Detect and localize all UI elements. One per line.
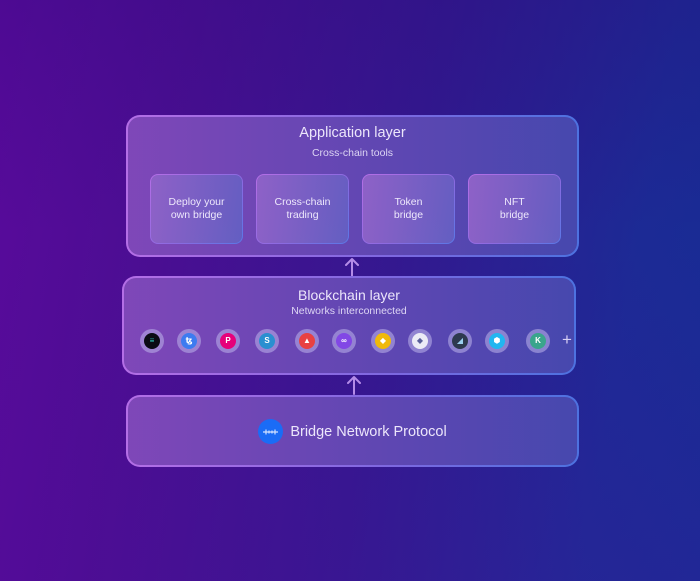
kucoin-glyph: K [530, 333, 546, 349]
solana-icon: ≡ [140, 329, 164, 353]
polygon-icon: ∞ [332, 329, 356, 353]
cross-chain-tools: Deploy your own bridge Cross-chain tradi… [150, 174, 561, 244]
bnb-chain-glyph: ◆ [375, 333, 391, 349]
avalanche-glyph: ▲ [299, 333, 315, 349]
tezos-glyph: ꜩ [181, 333, 197, 349]
protocol-name: Bridge Network Protocol [290, 423, 447, 440]
tool-token-bridge[interactable]: Token bridge [362, 174, 455, 244]
network-icons: ≡ ꜩ P S ▲ ∞ ◆ ◆ ◢ ⬢ K + [137, 329, 572, 355]
kucoin-icon: K [526, 329, 550, 353]
application-layer-subtitle: Cross-chain tools [311, 147, 394, 159]
solana-glyph: ≡ [144, 333, 160, 349]
blockchain-layer-title: Blockchain layer [298, 287, 400, 303]
harmony-icon: ⬢ [485, 329, 509, 353]
application-layer-title: Application layer [299, 125, 406, 141]
polkadot-icon: P [216, 329, 240, 353]
more-networks-icon: + [562, 330, 572, 349]
tool-deploy-bridge[interactable]: Deploy your own bridge [150, 174, 243, 244]
tool-cross-chain-trading[interactable]: Cross-chain trading [256, 174, 349, 244]
ethereum-glyph: ◆ [412, 333, 428, 349]
protocol-branding: Bridge Network Protocol [128, 419, 577, 444]
harmony-glyph: ⬢ [489, 333, 505, 349]
arrow-up-icon [347, 375, 361, 395]
stellar-icon: S [255, 329, 279, 353]
polkadot-glyph: P [220, 333, 236, 349]
application-layer: Application layer Cross-chain tools Depl… [126, 115, 579, 257]
avalanche-icon: ▲ [295, 329, 319, 353]
arrow-up-icon [345, 257, 359, 277]
tezos-icon: ꜩ [177, 329, 201, 353]
bridge-network-logo-icon [258, 419, 284, 444]
polygon-glyph: ∞ [336, 333, 352, 349]
stellar-glyph: S [259, 333, 275, 349]
tool-nft-bridge[interactable]: NFT bridge [468, 174, 561, 244]
protocol-layer: Bridge Network Protocol [126, 395, 579, 467]
bnb-chain-icon: ◆ [371, 329, 395, 353]
blockchain-layer: Blockchain layer Networks interconnected… [122, 276, 576, 375]
blockchain-layer-subtitle: Networks interconnected [291, 305, 407, 317]
ethereum-icon: ◆ [408, 329, 432, 353]
fantom-glyph: ◢ [452, 333, 468, 349]
fantom-icon: ◢ [448, 329, 472, 353]
